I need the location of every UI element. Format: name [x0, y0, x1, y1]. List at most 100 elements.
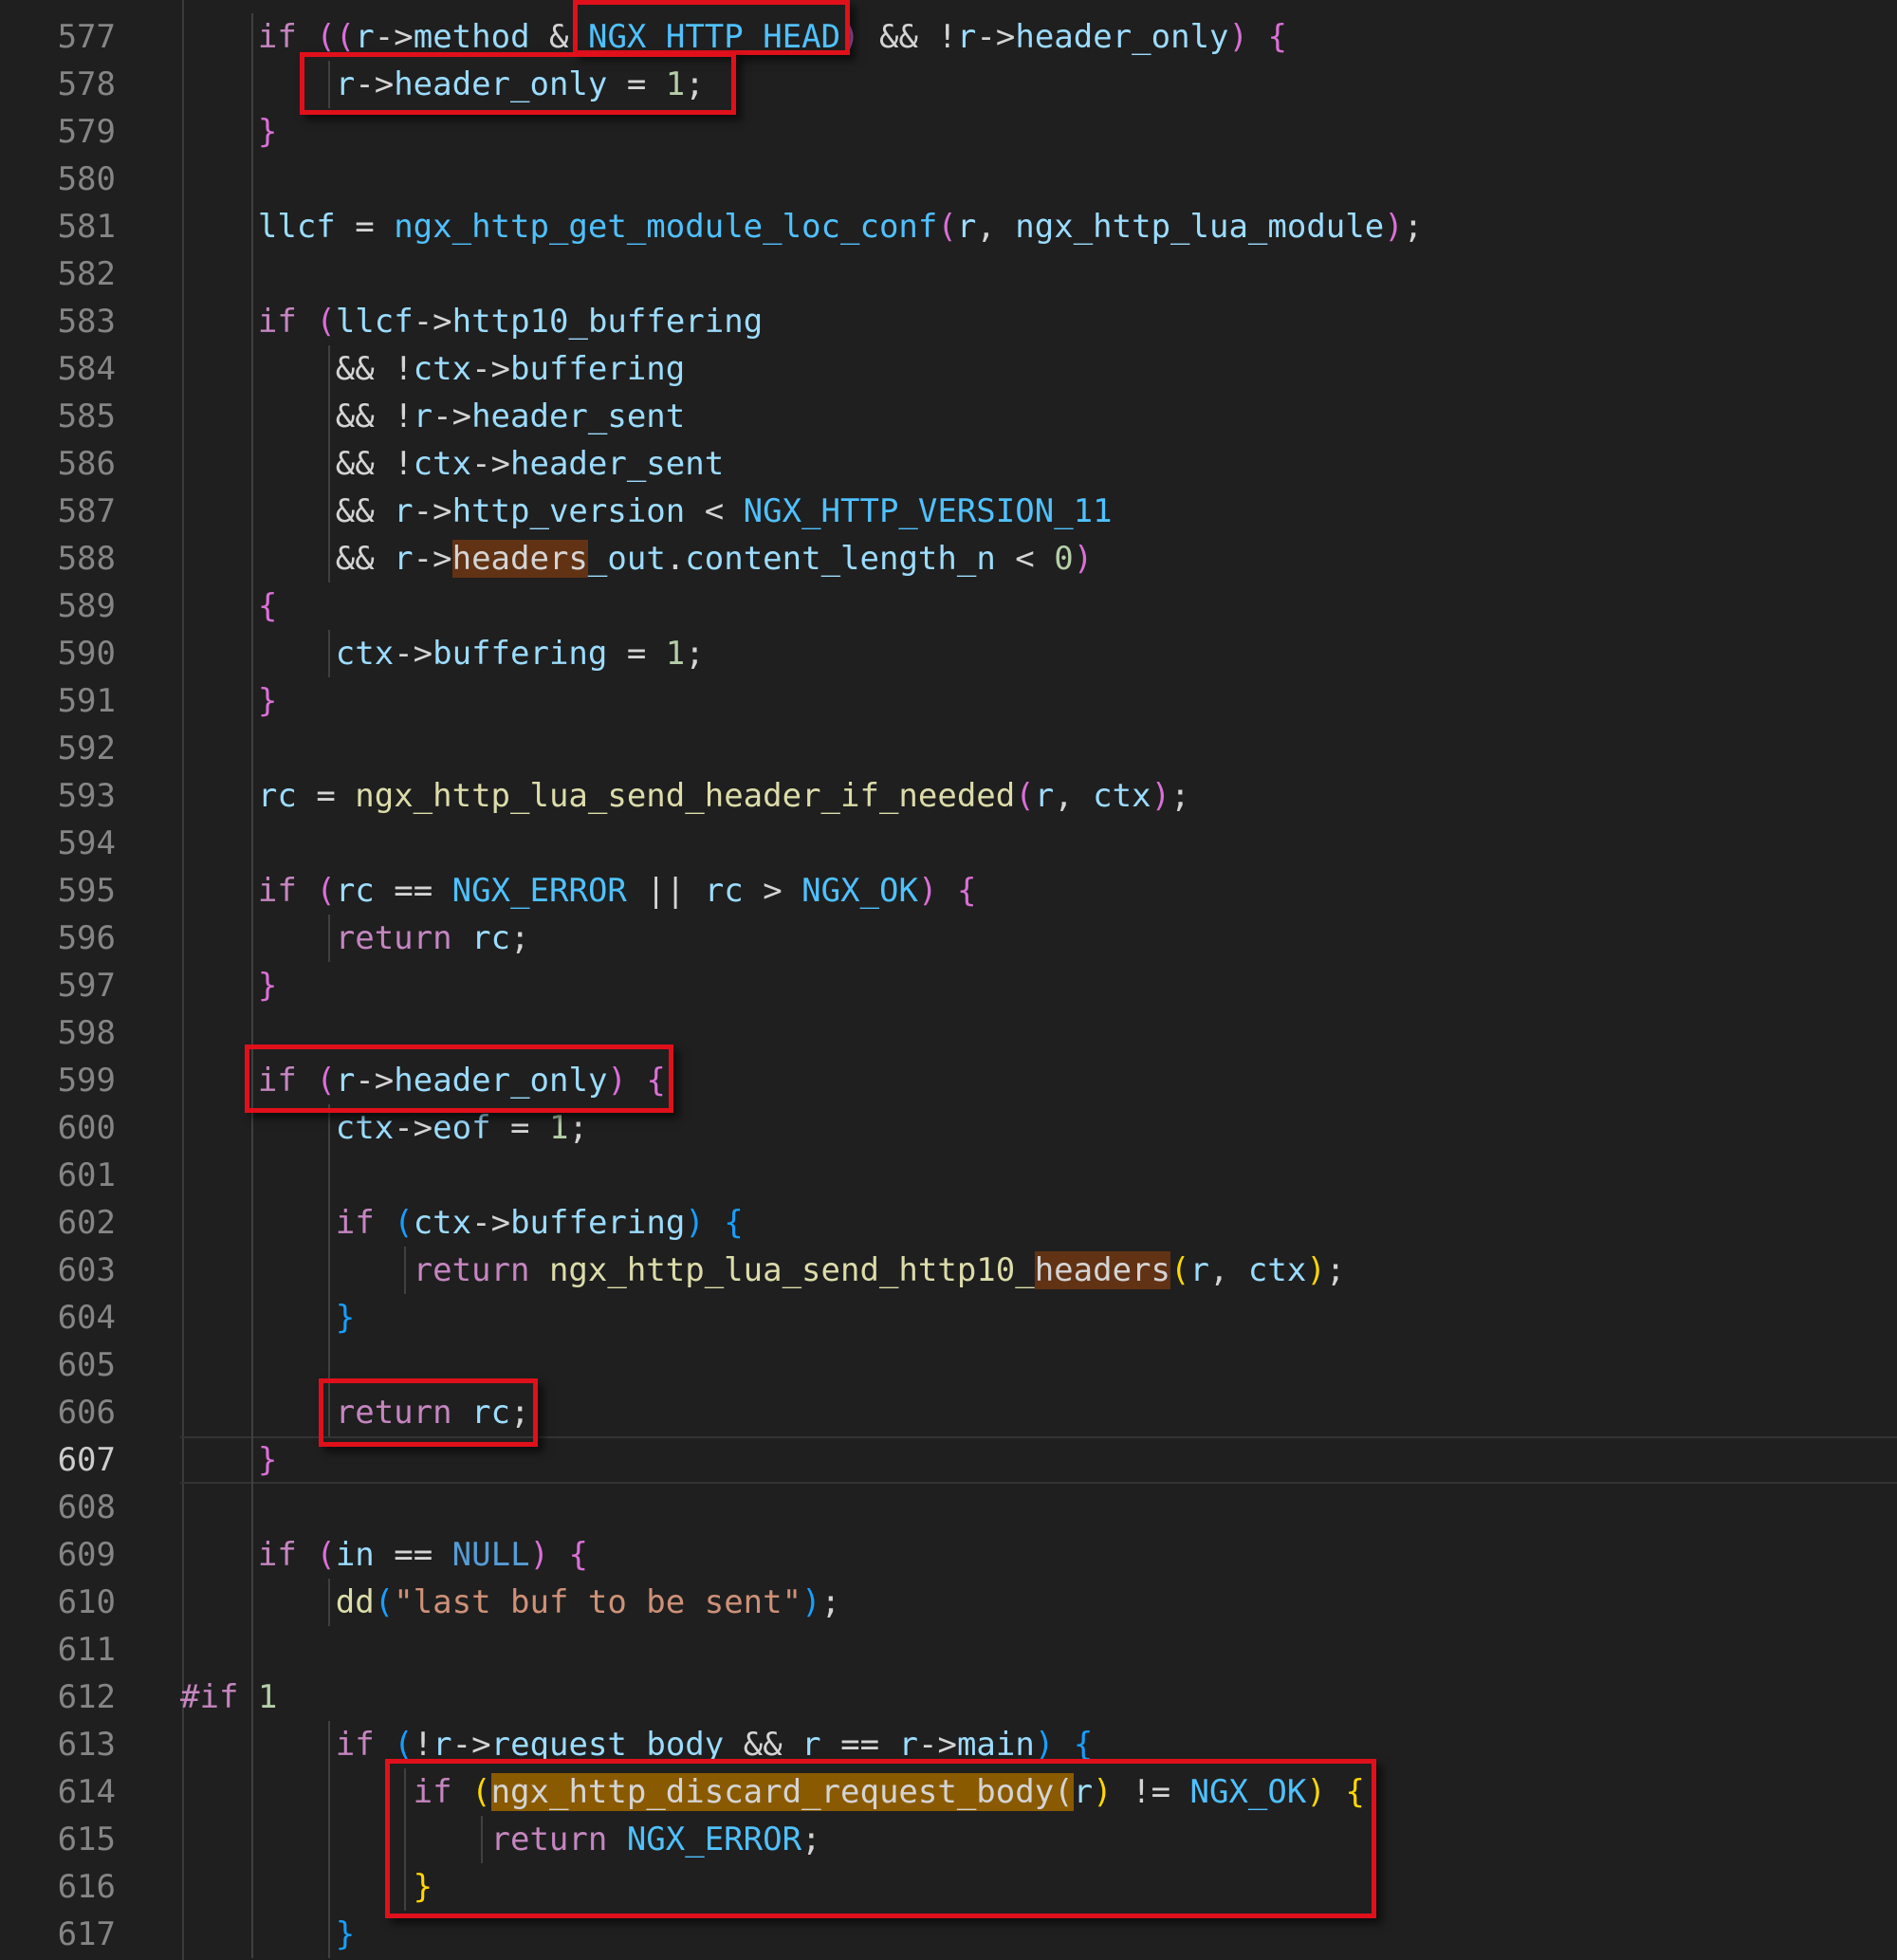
indent-guide [327, 1721, 330, 1958]
code-line-603[interactable]: 603 return ngx_http_lua_send_http10_head… [0, 1247, 1897, 1294]
code-line-583[interactable]: 583 if (llcf->http10_buffering [0, 298, 1897, 345]
code-token: ) [1228, 18, 1249, 56]
code-line-605[interactable]: 605 [0, 1341, 1897, 1389]
code-line-580[interactable]: 580 [0, 156, 1897, 203]
code-token: ) [685, 1204, 705, 1242]
code-line-592[interactable]: 592 [0, 725, 1897, 772]
code-line-581[interactable]: 581 llcf = ngx_http_get_module_loc_conf(… [0, 203, 1897, 250]
line-number: 593 [57, 777, 116, 815]
code-line-611[interactable]: 611 [0, 1626, 1897, 1673]
code-line-589[interactable]: 589 { [0, 582, 1897, 630]
line-code[interactable]: llcf = ngx_http_get_module_loc_conf(r, n… [180, 203, 1423, 250]
line-number: 586 [57, 445, 116, 483]
line-code[interactable]: rc = ngx_http_lua_send_header_if_needed(… [180, 772, 1190, 820]
code-token: } [257, 113, 278, 151]
code-line-608[interactable]: 608 [0, 1484, 1897, 1531]
code-line-584[interactable]: 584 && !ctx->buffering [0, 345, 1897, 393]
line-number: 616 [57, 1868, 116, 1906]
line-code[interactable]: if (ctx->buffering) { [180, 1199, 744, 1247]
code-token: && ! [180, 350, 414, 388]
line-code[interactable]: dd("last buf to be sent"); [180, 1579, 840, 1626]
line-code[interactable]: if (in == NULL) { [180, 1531, 588, 1579]
code-token: { [257, 587, 278, 625]
code-line-595[interactable]: 595 if (rc == NGX_ERROR || rc > NGX_OK) … [0, 867, 1897, 915]
code-line-601[interactable]: 601 [0, 1152, 1897, 1199]
line-code[interactable]: && !ctx->buffering [180, 345, 686, 393]
highlight-box [385, 1759, 1376, 1918]
code-line-582[interactable]: 582 [0, 250, 1897, 298]
code-line-586[interactable]: 586 && !ctx->header_sent [0, 440, 1897, 488]
code-token: ; [1170, 777, 1190, 815]
code-line-590[interactable]: 590 ctx->buffering = 1; [0, 630, 1897, 677]
code-line-594[interactable]: 594 [0, 820, 1897, 867]
line-number: 598 [57, 1014, 116, 1052]
code-editor[interactable]: 577 if ((r->method & NGX_HTTP_HEAD) && !… [0, 0, 1897, 1960]
line-code[interactable]: && r->headers_out.content_length_n < 0) [180, 535, 1093, 582]
code-token: } [257, 682, 278, 720]
code-line-577[interactable]: 577 if ((r->method & NGX_HTTP_HEAD) && !… [0, 13, 1897, 61]
code-line-587[interactable]: 587 && r->http_version < NGX_HTTP_VERSIO… [0, 488, 1897, 535]
code-line-609[interactable]: 609 if (in == NULL) { [0, 1531, 1897, 1579]
code-token: content_length_n [685, 540, 996, 578]
code-token: ( [316, 1536, 336, 1574]
code-line-610[interactable]: 610 dd("last buf to be sent"); [0, 1579, 1897, 1626]
line-number: 596 [57, 919, 116, 957]
line-number: 589 [57, 587, 116, 625]
code-line-606[interactable]: 606 return rc; [0, 1389, 1897, 1436]
code-line-588[interactable]: 588 && r->headers_out.content_length_n <… [0, 535, 1897, 582]
code-token: _out [587, 540, 666, 578]
code-token: r [1034, 777, 1055, 815]
line-number: 590 [57, 635, 116, 673]
code-token: 1 [548, 1109, 569, 1147]
line-code[interactable]: && !r->header_sent [180, 393, 686, 440]
line-number: 599 [57, 1062, 116, 1100]
code-line-596[interactable]: 596 return rc; [0, 915, 1897, 962]
code-token: if [335, 1204, 375, 1242]
code-token: ) [1034, 1726, 1055, 1764]
code-line-585[interactable]: 585 && !r->header_sent [0, 393, 1897, 440]
code-token: rc [335, 872, 375, 910]
line-code[interactable]: && r->http_version < NGX_HTTP_VERSION_11 [180, 488, 1113, 535]
code-token: headers [451, 540, 588, 578]
line-code[interactable]: { [180, 582, 277, 630]
code-line-604[interactable]: 604 } [0, 1294, 1897, 1341]
code-line-612[interactable]: 612 #if 1 [0, 1673, 1897, 1721]
line-number: 594 [57, 824, 116, 862]
line-code[interactable]: } [180, 677, 277, 725]
line-code[interactable]: if (llcf->http10_buffering [180, 298, 763, 345]
line-code[interactable]: #if 1 [180, 1673, 277, 1721]
line-code[interactable]: } [180, 108, 277, 156]
line-code[interactable]: return ngx_http_lua_send_http10_headers(… [180, 1247, 1345, 1294]
code-token: if [257, 303, 297, 341]
code-line-578[interactable]: 578 r->header_only = 1; [0, 61, 1897, 108]
code-token: -> [374, 18, 414, 56]
line-code[interactable]: if (rc == NGX_ERROR || rc > NGX_OK) { [180, 867, 977, 915]
code-token: ctx [413, 445, 472, 483]
line-code[interactable]: ctx->buffering = 1; [180, 630, 705, 677]
code-line-593[interactable]: 593 rc = ngx_http_lua_send_header_if_nee… [0, 772, 1897, 820]
line-number: 591 [57, 682, 116, 720]
code-token: -> [918, 1726, 957, 1764]
code-token: buffering [510, 1204, 686, 1242]
line-number: 608 [57, 1488, 116, 1526]
code-token: ; [568, 1109, 588, 1147]
code-line-602[interactable]: 602 if (ctx->buffering) { [0, 1199, 1897, 1247]
code-line-607[interactable]: 607 } [0, 1436, 1897, 1484]
line-code[interactable]: } [180, 962, 277, 1009]
line-code[interactable]: } [180, 1436, 277, 1484]
code-token: if [335, 1726, 375, 1764]
code-line-597[interactable]: 597 } [0, 962, 1897, 1009]
line-code[interactable]: return rc; [180, 915, 530, 962]
code-line-591[interactable]: 591 } [0, 677, 1897, 725]
code-token: ) [1306, 1251, 1326, 1289]
line-code[interactable]: && !ctx->header_sent [180, 440, 724, 488]
code-line-579[interactable]: 579 } [0, 108, 1897, 156]
